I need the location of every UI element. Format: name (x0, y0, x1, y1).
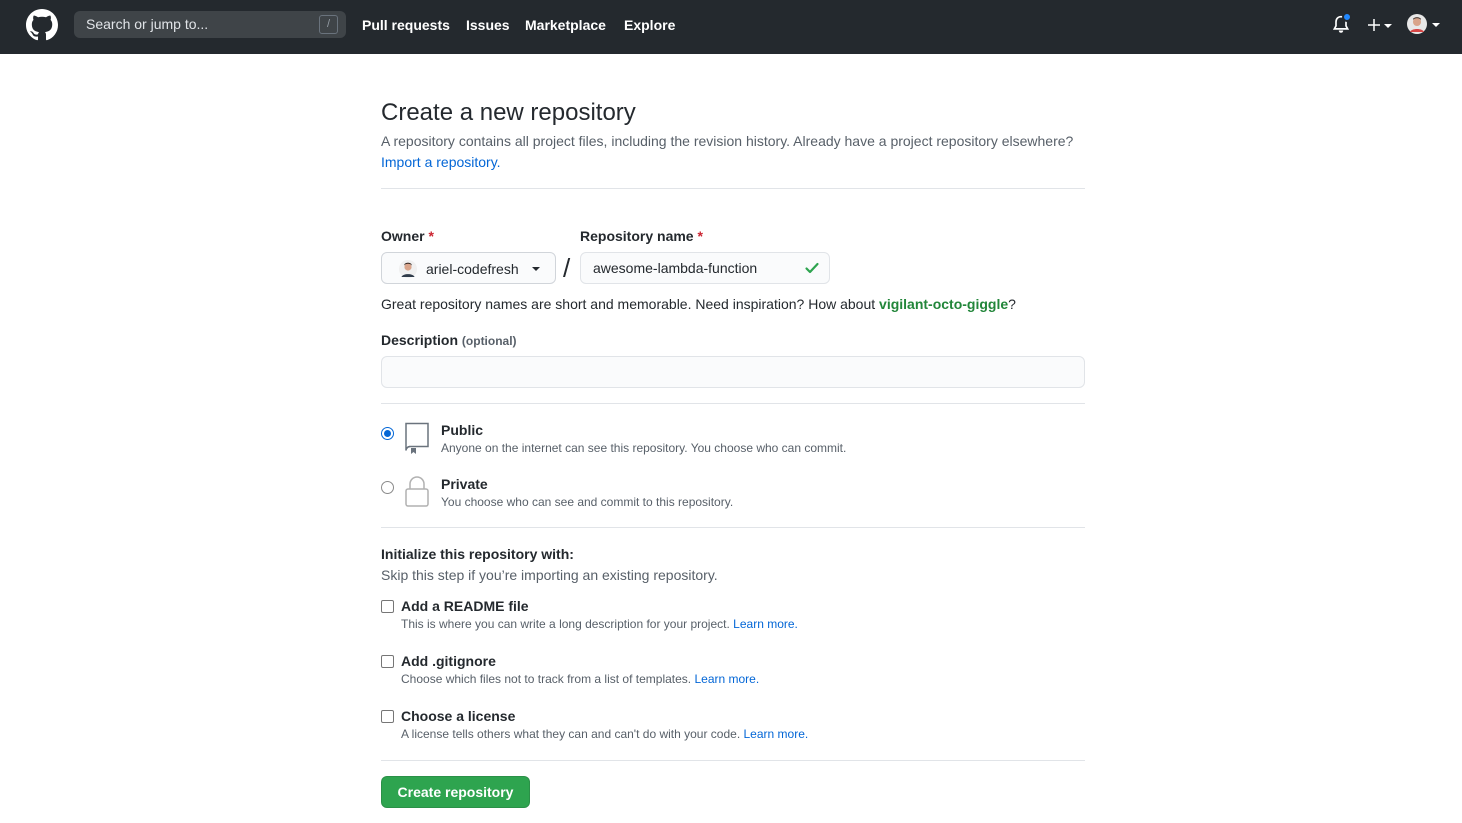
required-mark: * (428, 228, 434, 244)
subtitle-text: A repository contains all project files,… (381, 133, 1074, 149)
visibility-private-desc: You choose who can see and commit to thi… (441, 495, 734, 509)
nav-pull-requests[interactable]: Pull requests (362, 17, 450, 33)
choose-license-title: Choose a license (401, 708, 516, 724)
repository-name-input[interactable] (580, 252, 830, 284)
add-gitignore-checkbox[interactable] (381, 655, 394, 668)
choose-license-checkbox[interactable] (381, 710, 394, 723)
divider (381, 403, 1085, 404)
chevron-down-icon (1432, 23, 1440, 27)
repository-name-label: Repository name * (580, 228, 703, 244)
add-readme-title: Add a README file (401, 598, 529, 614)
repository-name-label-text: Repository name (580, 228, 694, 244)
description-label-text: Description (381, 332, 459, 348)
create-new-dropdown[interactable] (1366, 14, 1394, 36)
repo-icon (405, 422, 429, 454)
visibility-public-radio[interactable] (381, 427, 394, 440)
add-gitignore-desc: Choose which files not to track from a l… (401, 672, 759, 686)
divider (381, 760, 1085, 761)
license-learn-more-link[interactable]: Learn more. (744, 727, 809, 741)
top-header: Search or jump to... / Pull requests Iss… (0, 0, 1462, 54)
chevron-down-icon (532, 267, 540, 271)
import-repository-link[interactable]: Import a repository. (381, 154, 501, 170)
required-mark: * (697, 228, 703, 244)
add-readme-desc-text: This is where you can write a long descr… (401, 617, 730, 631)
owner-repo-separator: / (563, 253, 571, 283)
search-shortcut-key: / (319, 15, 338, 34)
description-label: Description (optional) (381, 332, 517, 348)
initialize-subtitle: Skip this step if you’re importing an ex… (381, 567, 718, 583)
optional-tag: (optional) (461, 334, 517, 348)
lock-icon (405, 476, 429, 507)
visibility-public-title: Public (441, 422, 484, 438)
page-title: Create a new repository (381, 99, 636, 126)
hint-suffix: ? (1008, 296, 1016, 312)
choose-license-desc-text: A license tells others what they can and… (401, 727, 741, 741)
page-subtitle: A repository contains all project files,… (381, 131, 1085, 173)
owner-select[interactable]: ariel-codefresh (381, 252, 556, 284)
visibility-private-title: Private (441, 476, 488, 492)
owner-avatar (399, 260, 417, 278)
owner-label: Owner * (381, 228, 434, 244)
owner-label-text: Owner (381, 228, 425, 244)
plus-icon (1368, 19, 1380, 31)
add-readme-checkbox[interactable] (381, 600, 394, 613)
hint-text: Great repository names are short and mem… (381, 296, 876, 312)
notification-indicator (1342, 12, 1352, 22)
owner-value: ariel-codefresh (426, 261, 519, 277)
repository-name-hint: Great repository names are short and mem… (381, 296, 1016, 312)
add-gitignore-title: Add .gitignore (401, 653, 496, 669)
initialize-title: Initialize this repository with: (381, 546, 574, 562)
nav-issues[interactable]: Issues (466, 17, 510, 33)
choose-license-desc: A license tells others what they can and… (401, 727, 808, 741)
create-repository-button[interactable]: Create repository (381, 776, 530, 808)
add-gitignore-desc-text: Choose which files not to track from a l… (401, 672, 692, 686)
divider (381, 527, 1085, 528)
chevron-down-icon (1384, 24, 1392, 28)
description-input[interactable] (381, 356, 1085, 388)
add-readme-desc: This is where you can write a long descr… (401, 617, 798, 631)
search-placeholder: Search or jump to... (86, 16, 209, 32)
nav-explore[interactable]: Explore (624, 17, 675, 33)
gitignore-learn-more-link[interactable]: Learn more. (694, 672, 759, 686)
nav-marketplace[interactable]: Marketplace (525, 17, 606, 33)
checkmark-icon (805, 262, 819, 274)
user-menu-dropdown[interactable] (1407, 14, 1441, 36)
visibility-public-desc: Anyone on the internet can see this repo… (441, 441, 847, 455)
divider (381, 188, 1085, 189)
visibility-private-radio[interactable] (381, 481, 394, 494)
github-logo-icon[interactable] (26, 9, 58, 41)
search-input[interactable]: Search or jump to... / (74, 11, 346, 38)
readme-learn-more-link[interactable]: Learn more. (733, 617, 798, 631)
suggested-name-link[interactable]: vigilant-octo-giggle (879, 296, 1008, 312)
avatar (1407, 14, 1427, 34)
